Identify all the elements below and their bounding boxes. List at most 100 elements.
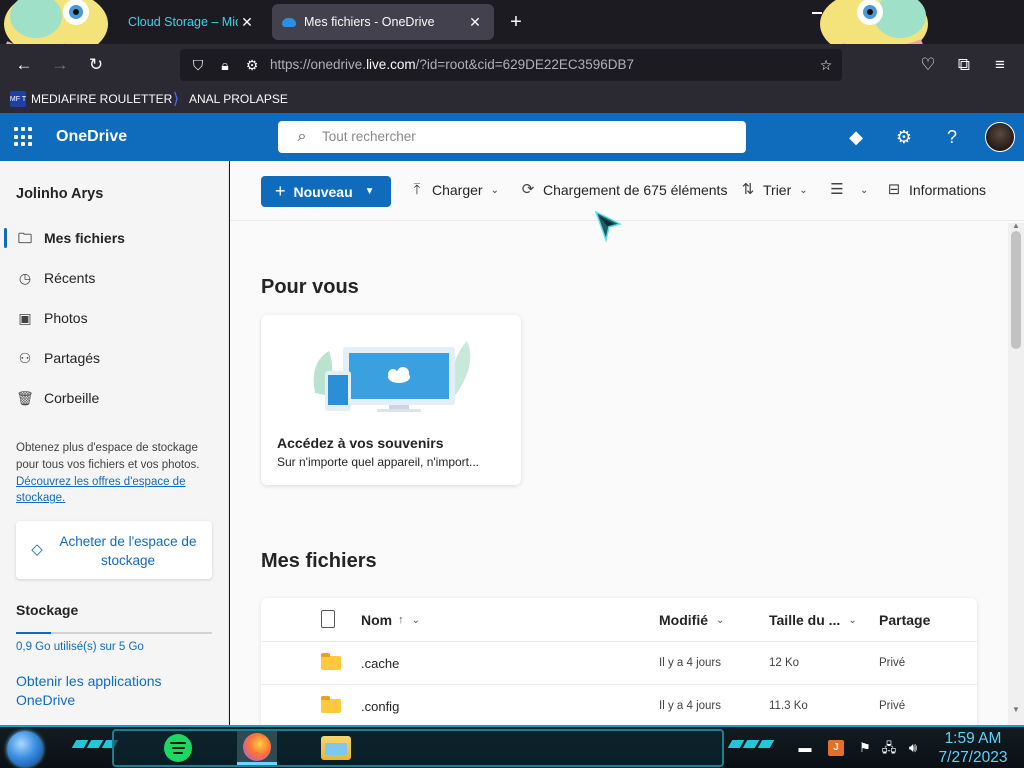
show-hidden-icons-icon[interactable]: ▬ [796, 739, 814, 757]
close-tab-icon[interactable]: ✕ [466, 14, 484, 31]
file-name[interactable]: .config [361, 699, 399, 714]
command-bar: + Nouveau ▼ ⤒ Charger ⌄ ⟳ Chargement de … [230, 161, 1024, 221]
onedrive-brand[interactable]: OneDrive [56, 128, 127, 146]
taskbar-spotify[interactable] [158, 731, 198, 765]
info-button[interactable]: ⊟ Informations [885, 181, 986, 199]
forward-arrow-icon[interactable]: → [48, 53, 72, 77]
get-apps-link[interactable]: Obtenir les applications OneDrive [16, 672, 196, 710]
storage-offers-link[interactable]: Découvrez les offres d'espace de stockag… [16, 474, 206, 506]
my-files-heading: Mes fichiers [261, 550, 377, 572]
loading-status: ⟳ Chargement de 675 éléments [519, 181, 728, 199]
tab-onedrive[interactable]: Mes fichiers - OneDrive ✕ [272, 4, 494, 40]
user-name: Jolinho Arys [16, 186, 104, 202]
storage-progress-bar [16, 632, 212, 634]
new-tab-button[interactable]: + [504, 10, 528, 34]
back-arrow-icon[interactable]: ← [12, 53, 36, 77]
left-navigation: Jolinho Arys 🗀 Mes fichiers ◷ Récents ▣ … [0, 161, 229, 725]
scroll-down-icon[interactable]: ▼ [1012, 705, 1020, 714]
menu-hamburger-icon[interactable]: ≡ [988, 53, 1012, 77]
bookmarks-bar: MF T MEDIAFIRE ROULETTER ⟩ ANAL PROLAPSE [0, 86, 1024, 113]
file-modified: Il y a 4 jours [659, 700, 721, 712]
chevron-down-icon: ⌄ [848, 614, 857, 626]
storage-used-text[interactable]: 0,9 Go utilisé(s) sur 5 Go [16, 641, 144, 653]
search-box[interactable]: ⌕ Tout rechercher [278, 121, 746, 153]
table-row[interactable]: .cache Il y a 4 jours 12 Ko Privé [261, 642, 977, 685]
upload-button[interactable]: ⤒ Charger ⌄ [408, 181, 499, 199]
column-header-sharing[interactable]: Partage [879, 612, 930, 628]
lock-icon[interactable]: 🔒︎ [215, 55, 235, 75]
app-launcher-icon[interactable] [14, 127, 34, 147]
network-icon[interactable]: 🖧︎ [880, 739, 898, 757]
settings-gear-icon[interactable]: ⚙ [892, 125, 916, 149]
scrollbar-thumb[interactable] [1011, 231, 1021, 349]
nav-item-label: Partagés [44, 350, 101, 366]
sort-button[interactable]: ⇅ Trier ⌄ [739, 181, 808, 199]
clock-date: 7/27/2023 [938, 749, 1008, 766]
taskbar-file-explorer[interactable] [316, 731, 356, 765]
upload-arrow-icon: ⤒ [413, 181, 421, 198]
sync-icon: ⟳ [521, 181, 535, 198]
photo-icon: ▣ [18, 310, 32, 326]
scroll-up-icon[interactable]: ▲ [1012, 221, 1020, 230]
browser-tab-strip: Cloud Storage – Micro ✕ Mes fichiers - O… [0, 0, 1024, 58]
url-domain: live.com [366, 57, 416, 72]
permissions-icon[interactable]: ⚙ [242, 55, 262, 75]
file-type-icon[interactable] [321, 610, 335, 628]
loading-label: Chargement de 675 éléments [543, 182, 728, 198]
file-explorer-icon [321, 736, 351, 760]
nav-item-recents[interactable]: ◷ Récents [0, 260, 229, 296]
taskbar-clock[interactable]: 1:59 AM 7/27/2023 [928, 729, 1018, 767]
close-tab-icon[interactable]: ✕ [238, 14, 256, 31]
chevron-down-icon: ⌄ [716, 614, 725, 626]
nav-item-corbeille[interactable]: 🗑︎ Corbeille [0, 380, 229, 416]
column-header-size[interactable]: Taille du ... ⌄ [769, 612, 857, 628]
help-icon[interactable]: ? [940, 125, 964, 149]
column-header-name[interactable]: Nom ↑ ⌄ [361, 612, 420, 628]
files-list-header: Nom ↑ ⌄ Modifié ⌄ Taille du ... ⌄ Partag… [261, 598, 977, 642]
shield-icon[interactable]: ⛉ [188, 55, 208, 75]
new-button[interactable]: + Nouveau ▼ [261, 176, 391, 207]
taskbar-firefox[interactable] [237, 731, 277, 765]
view-options-button[interactable]: ☰ ⌄ [828, 181, 868, 199]
url-text[interactable]: https://onedrive.live.com/?id=root&cid=6… [270, 57, 634, 72]
extensions-icon[interactable]: ⧉ [952, 53, 976, 77]
mediafire-icon: MF T [10, 91, 26, 107]
bookmark-anal-prolapse[interactable]: ⟩ ANAL PROLAPSE [168, 91, 288, 108]
memories-card[interactable]: Accédez à vos souvenirs Sur n'importe qu… [261, 315, 521, 485]
taskbar-decoration [727, 740, 775, 750]
clock-time: 1:59 AM [944, 730, 1002, 747]
action-center-flag-icon[interactable]: ⚑ [856, 739, 874, 757]
reload-icon[interactable]: ↻ [84, 53, 108, 77]
pocket-icon[interactable]: ♡ [916, 53, 940, 77]
storage-progress-fill [16, 632, 52, 634]
nav-item-photos[interactable]: ▣ Photos [0, 300, 229, 336]
volume-icon[interactable]: 🔊︎ [904, 739, 922, 757]
onedrive-cloud-icon [282, 17, 296, 27]
address-bar[interactable]: ⛉ 🔒︎ ⚙ https://onedrive.live.com/?id=roo… [180, 49, 842, 81]
url-path: /?id=root&cid=629DE22EC3596DB7 [415, 57, 634, 72]
vertical-scrollbar[interactable]: ▲ ▼ [1008, 221, 1024, 725]
onedrive-header: OneDrive ⌕ Tout rechercher ◆ ⚙ ? [0, 113, 1024, 161]
new-button-label: Nouveau [293, 183, 353, 200]
account-avatar[interactable] [985, 122, 1015, 152]
sort-label: Trier [763, 182, 792, 198]
column-header-modified[interactable]: Modifié ⌄ [659, 612, 724, 628]
nav-item-mes-fichiers[interactable]: 🗀 Mes fichiers [0, 220, 229, 256]
table-row[interactable]: .config Il y a 4 jours 11.3 Ko Privé [261, 685, 977, 725]
bookmark-mediafire[interactable]: MF T MEDIAFIRE ROULETTER [10, 91, 172, 107]
storage-title[interactable]: Stockage [16, 602, 78, 618]
taskbar-decoration [71, 740, 119, 750]
tab-cloud-storage[interactable]: Cloud Storage – Micro ✕ [8, 4, 266, 40]
file-sharing: Privé [879, 657, 906, 669]
start-orb-button[interactable] [7, 731, 43, 767]
file-name[interactable]: .cache [361, 656, 399, 671]
java-icon[interactable]: J [828, 740, 844, 756]
folder-icon: 🗀 [18, 230, 32, 246]
nav-item-partages[interactable]: ⚇ Partagés [0, 340, 229, 376]
search-icon: ⌕ [297, 128, 307, 145]
premium-diamond-icon[interactable]: ◆ [844, 125, 868, 149]
buy-storage-button[interactable]: ◇ Acheter de l'espace de stockage [16, 521, 212, 579]
chevron-logo-icon: ⟩ [172, 91, 180, 108]
search-input[interactable]: Tout rechercher [322, 129, 416, 144]
bookmark-star-icon[interactable]: ☆ [816, 55, 836, 75]
